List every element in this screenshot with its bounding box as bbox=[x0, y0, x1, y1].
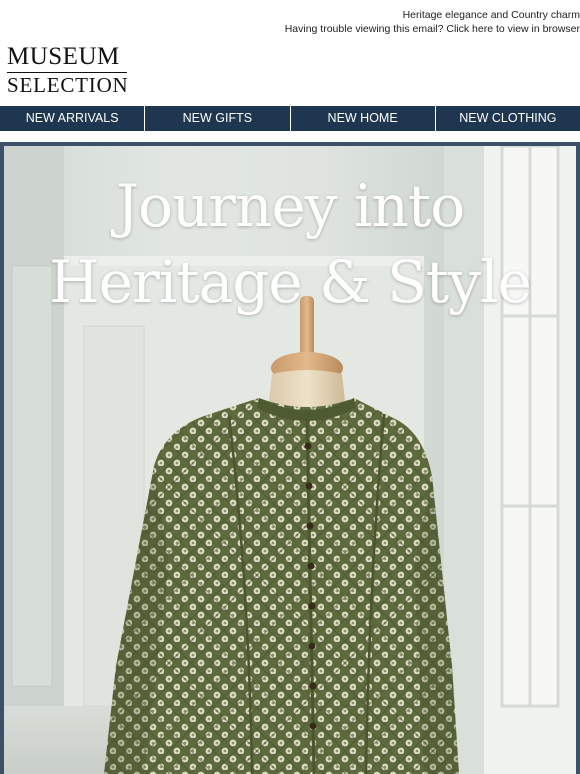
hero-headline-line-1: Journey into bbox=[115, 172, 465, 240]
nav-new-gifts[interactable]: NEW GIFTS bbox=[145, 106, 291, 131]
hero-headline: Journey into Heritage & Style bbox=[4, 168, 576, 320]
main-nav: NEW ARRIVALS NEW GIFTS NEW HOME NEW CLOT… bbox=[0, 106, 580, 131]
hero-image[interactable]: Journey into Heritage & Style bbox=[4, 146, 576, 774]
nav-new-clothing[interactable]: NEW CLOTHING bbox=[436, 106, 580, 131]
logo-line-1: MUSEUM bbox=[7, 44, 127, 73]
hero-headline-line-2: Heritage & Style bbox=[49, 248, 532, 316]
logo-line-2: SELECTION bbox=[7, 73, 129, 97]
nav-new-home[interactable]: NEW HOME bbox=[291, 106, 436, 131]
museum-selection-logo[interactable]: MUSEUM SELECTION bbox=[7, 44, 129, 97]
hero-banner[interactable]: Journey into Heritage & Style bbox=[0, 142, 580, 774]
view-in-browser-link[interactable]: Having trouble viewing this email? Click… bbox=[285, 23, 580, 35]
preheader: Heritage elegance and Country charm Havi… bbox=[0, 8, 580, 36]
nav-new-arrivals[interactable]: NEW ARRIVALS bbox=[0, 106, 146, 131]
preheader-tagline: Heritage elegance and Country charm bbox=[402, 9, 580, 21]
